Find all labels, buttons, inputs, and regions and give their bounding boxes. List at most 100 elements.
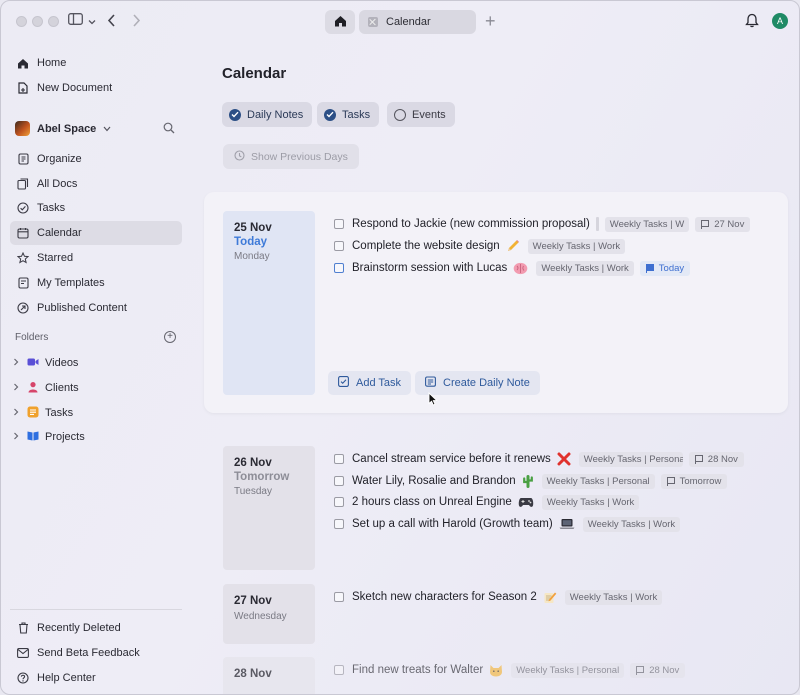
due-date-badge[interactable]: 28 Nov [630,663,685,678]
task-title: Respond to Jackie (new commission propos… [352,218,590,230]
day-date: 27 Nov [234,595,315,607]
task-tag[interactable]: Weekly Tasks | Work [528,239,625,254]
sidebar-item-recently-deleted[interactable]: Recently Deleted [10,616,182,640]
sidebar-item-home[interactable]: Home [10,51,182,75]
task-tag[interactable]: Weekly Tasks | Persona [579,452,683,467]
task-title: Cancel stream service before it renews [352,453,551,465]
folder-label: Tasks [45,407,73,419]
create-daily-note-label: Create Daily Note [443,377,530,389]
sidebar-item-published-content[interactable]: Published Content [10,296,182,320]
filter-label: Daily Notes [247,109,303,121]
due-date-badge[interactable]: 28 Nov [689,452,744,467]
star-icon [17,252,29,264]
folder-videos[interactable]: Videos [13,353,78,373]
task-row[interactable]: Set up a call with Harold (Growth team) … [334,515,686,533]
task-checkbox[interactable] [334,454,344,464]
task-row[interactable]: Water Lily, Rosalie and Brandon Weekly T… [334,472,727,490]
task-checkbox[interactable] [334,665,344,675]
task-row[interactable]: 2 hours class on Unreal Engine Weekly Ta… [334,493,645,511]
date-block-27-nov[interactable]: 27 Nov Wednesday [223,584,315,644]
task-row[interactable]: Brainstorm session with Lucas Weekly Tas… [334,259,690,277]
task-checkbox[interactable] [334,592,344,602]
sidebar-item-tasks[interactable]: Tasks [10,196,182,220]
task-row[interactable]: Respond to Jackie (new commission propos… [334,215,750,233]
due-date-badge[interactable]: Tomorrow [661,474,728,489]
day-weekday: Wednesday [234,611,315,622]
sidebar-item-label: Home [37,57,66,69]
folder-projects[interactable]: Projects [13,427,85,447]
task-checkbox[interactable] [334,241,344,251]
chevron-right-icon[interactable] [13,408,21,418]
date-block-28-nov[interactable]: 28 Nov [223,657,315,695]
task-checkbox[interactable] [334,519,344,529]
task-row[interactable]: Complete the website design Weekly Tasks… [334,237,631,255]
forward-icon[interactable] [132,14,141,31]
show-previous-days-button[interactable]: Show Previous Days [223,144,359,169]
chevron-down-icon[interactable] [88,14,96,30]
sidebar-item-label: Tasks [37,202,65,214]
zoom-window-button[interactable] [48,16,59,27]
task-tag[interactable]: Weekly Tasks | W [605,217,689,232]
close-window-button[interactable] [16,16,27,27]
task-tag[interactable]: Weekly Tasks | Personal [511,663,624,678]
folder-clients[interactable]: Clients [13,378,79,398]
home-tab[interactable] [325,10,355,34]
check-circle-icon [17,202,29,214]
sidebar-item-label: New Document [37,82,112,94]
chevron-right-icon[interactable] [13,383,21,393]
due-date-label: 28 Nov [708,454,738,465]
chevron-right-icon[interactable] [13,432,21,442]
space-switcher[interactable]: Abel Space [15,121,111,136]
task-tag[interactable]: Weekly Tasks | Personal [542,474,655,489]
task-title: Brainstorm session with Lucas [352,262,507,274]
sidebar-item-my-templates[interactable]: My Templates [10,271,182,295]
sidebar-item-label: Recently Deleted [37,622,121,634]
date-block-tomorrow[interactable]: 26 Nov Tomorrow Tuesday [223,446,315,570]
task-tag[interactable]: Weekly Tasks | Work [583,517,680,532]
bell-icon[interactable] [745,13,759,31]
sidebar-item-all-docs[interactable]: All Docs [10,172,182,196]
docs-icon [17,178,29,190]
due-date-badge[interactable]: 27 Nov [695,217,750,232]
tab-calendar[interactable]: Calendar [359,10,476,34]
sidebar-item-new-document[interactable]: New Document [10,76,182,100]
sidebar-item-send-beta-feedback[interactable]: Send Beta Feedback [10,641,182,665]
chevron-right-icon[interactable] [13,358,21,368]
task-row[interactable]: Cancel stream service before it renews W… [334,450,744,468]
back-icon[interactable] [107,14,116,31]
tasks-folder-icon [27,406,39,421]
task-tag[interactable]: Weekly Tasks | Work [565,590,662,605]
sidebar-item-organize[interactable]: Organize [10,147,182,171]
task-tag[interactable]: Weekly Tasks | Work [536,261,633,276]
add-folder-icon[interactable]: + [164,331,176,343]
task-checkbox[interactable] [334,263,344,273]
new-tab-icon[interactable]: + [485,11,496,31]
task-row[interactable]: Sketch new characters for Season 2 Weekl… [334,588,668,606]
sidebar-item-help-center[interactable]: Help Center [10,666,182,690]
sidebar-item-calendar[interactable]: Calendar [10,221,182,245]
day-relative: Tomorrow [234,471,315,483]
day-weekday: Monday [234,251,315,262]
close-tab-icon[interactable] [368,17,378,27]
show-previous-days-label: Show Previous Days [251,151,348,163]
task-checkbox[interactable] [334,497,344,507]
filter-daily-notes[interactable]: Daily Notes [222,102,312,127]
filter-tasks[interactable]: Tasks [317,102,379,127]
search-icon[interactable] [163,122,175,137]
avatar[interactable]: A [772,13,788,29]
sidebar-toggle-icon[interactable] [68,13,83,29]
template-icon [17,277,29,289]
task-checkbox[interactable] [334,219,344,229]
task-row[interactable]: Find new treats for Walter Weekly Tasks … [334,661,685,679]
date-block-today[interactable]: 25 Nov Today Monday [223,211,315,395]
folder-label: Projects [45,431,85,443]
folder-tasks[interactable]: Tasks [13,403,73,423]
sidebar-item-starred[interactable]: Starred [10,246,182,270]
minimize-window-button[interactable] [32,16,43,27]
task-tag[interactable]: Weekly Tasks | Work [542,495,639,510]
filter-events[interactable]: Events [387,102,455,127]
add-task-button[interactable]: Add Task [328,371,411,395]
space-logo-icon [15,121,30,136]
due-date-badge[interactable]: Today [640,261,690,276]
task-checkbox[interactable] [334,476,344,486]
